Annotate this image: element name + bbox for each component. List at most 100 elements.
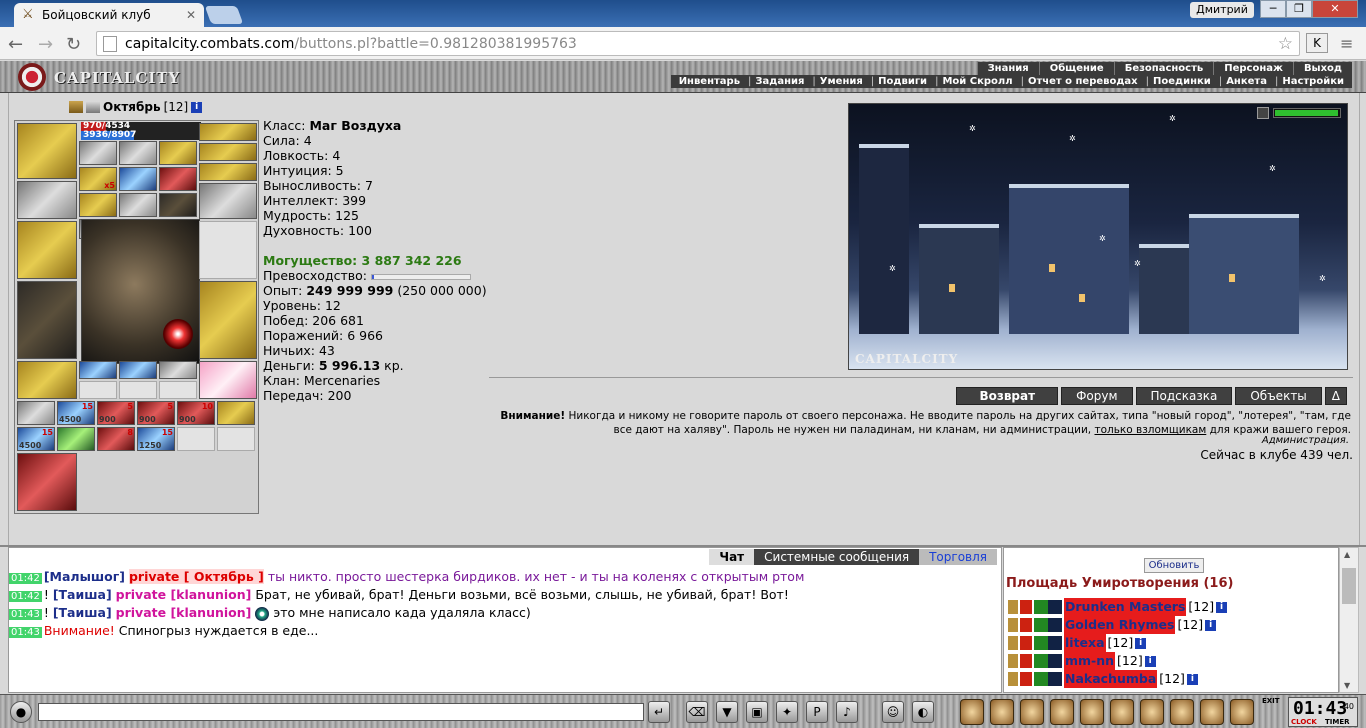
trophy-icon[interactable] <box>1020 699 1044 725</box>
belt-item-2[interactable]: 15 4500 <box>57 401 95 425</box>
info-icon[interactable]: i <box>1186 673 1198 685</box>
belt-item-8[interactable] <box>57 427 95 451</box>
submenu-skills[interactable]: Умения <box>808 75 866 88</box>
return-button[interactable]: Возврат <box>956 387 1059 405</box>
window-close-icon[interactable]: ✕ <box>1312 0 1358 18</box>
tab-chat[interactable]: Чат <box>709 549 755 565</box>
rune-slot-3[interactable] <box>159 361 197 379</box>
belt-slot[interactable] <box>17 361 77 399</box>
submenu-quests[interactable]: Задания <box>744 75 808 88</box>
rune-slot-2[interactable] <box>119 361 157 379</box>
minimize-icon[interactable]: ─ <box>1260 0 1286 18</box>
star-icon[interactable]: ☆ <box>1278 34 1293 54</box>
window-user[interactable]: Дмитрий <box>1190 2 1254 18</box>
helmet-icon[interactable]: ◐ <box>912 701 934 723</box>
spell-slot-4[interactable] <box>119 193 157 217</box>
belt-item-9[interactable]: 8 <box>97 427 135 451</box>
reload-icon[interactable]: ↻ <box>66 34 81 55</box>
exit-label[interactable]: EXIT <box>1262 697 1280 705</box>
mask-icon[interactable] <box>1050 699 1074 725</box>
scroll-icon[interactable] <box>1080 699 1104 725</box>
submenu-transfers[interactable]: Отчет о переводах <box>1017 75 1142 88</box>
spell-slot-2[interactable] <box>159 167 197 191</box>
belt-item-12[interactable] <box>217 427 255 451</box>
tab-trade[interactable]: Торговля <box>919 549 997 565</box>
belt-item-5[interactable]: 10 900 <box>177 401 215 425</box>
private-icon[interactable]: P <box>806 701 828 723</box>
rune-slot-4[interactable] <box>79 381 117 399</box>
smile-icon[interactable]: ☺ <box>882 701 904 723</box>
tab-system[interactable]: Системные сообщения <box>754 549 920 565</box>
knight-icon[interactable] <box>1110 699 1134 725</box>
location-image[interactable]: ✲ ✲ ✲ ✲ ✲ ✲ ✲ ✲ CAPITALCITY <box>848 103 1348 370</box>
objects-button[interactable]: Объекты <box>1235 387 1322 405</box>
info-icon[interactable]: i <box>1144 655 1156 667</box>
helmet-slot[interactable] <box>17 123 77 179</box>
fight-icon[interactable]: ✦ <box>776 701 798 723</box>
menu-icon[interactable]: ≡ <box>1340 34 1353 53</box>
hint-button[interactable]: Подсказка <box>1135 387 1233 405</box>
belt-item-6[interactable] <box>217 401 255 425</box>
crackers-link[interactable]: только взломщикам <box>1094 424 1206 436</box>
rune-slot-5[interactable] <box>119 381 157 399</box>
sound-icon[interactable]: ♪ <box>836 701 858 723</box>
rune-slot-6[interactable] <box>159 381 197 399</box>
pet-slot[interactable] <box>17 453 77 511</box>
right-slot-1[interactable] <box>199 123 257 141</box>
belt-item-4[interactable]: 5 900 <box>137 401 175 425</box>
player-icons[interactable] <box>1008 618 1062 632</box>
player-icons[interactable] <box>1008 636 1062 650</box>
flag-icon[interactable] <box>1230 699 1254 725</box>
lock-icon[interactable] <box>960 699 984 725</box>
submenu-settings[interactable]: Настройки <box>1271 75 1348 88</box>
delta-button[interactable]: Δ <box>1324 387 1347 405</box>
menu-knowledge[interactable]: Знания <box>976 62 1039 75</box>
submenu-feats[interactable]: Подвиги <box>867 75 931 88</box>
info-icon[interactable]: i <box>1216 601 1228 613</box>
belt-item-3[interactable]: 5 900 <box>97 401 135 425</box>
player-icons[interactable] <box>1008 654 1062 668</box>
shop-icon[interactable] <box>1170 699 1194 725</box>
eraser-icon[interactable]: ⌫ <box>686 701 708 723</box>
close-icon[interactable]: ✕ <box>186 8 196 22</box>
menu-security[interactable]: Безопасность <box>1113 62 1214 75</box>
back-arrow-icon[interactable]: ← <box>8 34 23 55</box>
forward-arrow-icon[interactable]: → <box>38 34 53 55</box>
save-icon[interactable]: ▣ <box>746 701 768 723</box>
new-tab-button[interactable] <box>204 6 244 24</box>
amulet-slot[interactable]: x5 <box>79 167 117 191</box>
forum-button[interactable]: Форум <box>1061 387 1133 405</box>
right-slot-3[interactable] <box>199 163 257 181</box>
player-icons[interactable] <box>1008 600 1062 614</box>
armor-slot[interactable] <box>17 281 77 359</box>
cat-icon[interactable] <box>1200 699 1224 725</box>
refresh-button[interactable]: Обновить <box>1144 558 1204 573</box>
bracers-slot[interactable] <box>17 181 77 219</box>
spell-slot-3[interactable] <box>79 193 117 217</box>
send-icon[interactable]: ↵ <box>648 701 670 723</box>
menu-social[interactable]: Общение <box>1038 62 1114 75</box>
room-scrollbar[interactable]: ▲ ▼ <box>1339 547 1359 693</box>
belt-item-7[interactable]: 15 4500 <box>17 427 55 451</box>
submenu-fights[interactable]: Поединки <box>1142 75 1215 88</box>
bag-icon[interactable] <box>990 699 1014 725</box>
belt-item-10[interactable]: 15 1250 <box>137 427 175 451</box>
info-icon[interactable]: i <box>1135 637 1147 649</box>
submenu-scroll[interactable]: Мой Скролл <box>931 75 1017 88</box>
info-icon[interactable]: i <box>1205 619 1217 631</box>
clan-icon[interactable] <box>69 101 83 113</box>
rune-slot-1[interactable] <box>79 361 117 379</box>
chat-mode-icon[interactable]: ● <box>10 701 32 723</box>
filter-icon[interactable]: ▼ <box>716 701 738 723</box>
boots-slot[interactable] <box>199 361 257 399</box>
target-icon[interactable] <box>1140 699 1164 725</box>
align-icon[interactable] <box>86 101 100 113</box>
gloves-slot[interactable] <box>199 183 257 219</box>
submenu-inventory[interactable]: Инвентарь <box>675 75 744 88</box>
info-icon[interactable]: i <box>191 101 203 113</box>
weapon-slot[interactable] <box>17 221 77 279</box>
ring-slot-1[interactable] <box>79 141 117 165</box>
belt-item-11[interactable] <box>177 427 215 451</box>
spell-slot-5[interactable] <box>159 193 197 217</box>
browser-tab[interactable]: ⚔ Бойцовский клуб ✕ <box>14 3 204 27</box>
